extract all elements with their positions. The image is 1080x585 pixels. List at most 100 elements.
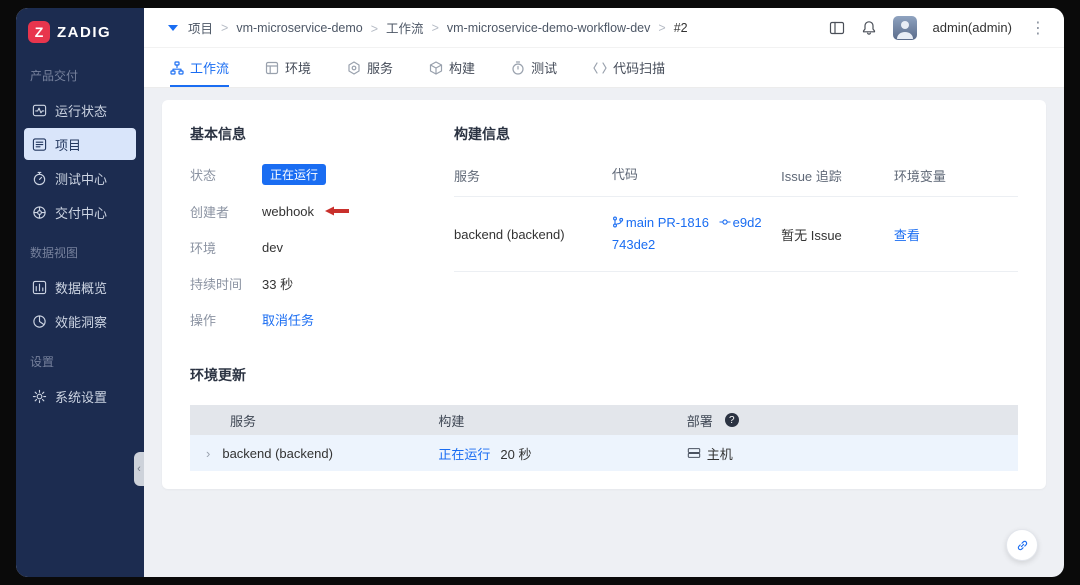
content-area: 基本信息 状态 正在运行 创建者 webhook 环境 dev 持续时间 33 … (144, 88, 1064, 577)
gear-icon (32, 389, 47, 403)
sidebar-item-efficiency-insight[interactable]: 效能洞察 (24, 305, 136, 337)
env-var-cell: 查看 (894, 225, 1018, 244)
env-update-table: 服务 构建 部署 backend (backend) (190, 405, 1018, 471)
branch-link[interactable]: main PR-1816 (612, 215, 709, 230)
sidebar-item-label: 测试中心 (55, 171, 108, 187)
build-header-code: 代码 (611, 167, 638, 182)
build-header-issue: Issue 追踪 (781, 168, 842, 184)
env-update-section: 环境更新 服务 构建 部署 ? › backend (backend) 正在运行… (190, 365, 1018, 471)
panel-toggle-icon[interactable] (829, 20, 845, 36)
build-code-cell: main PR-1816 e9d2743de2 (612, 212, 781, 256)
more-menu-icon[interactable] (1028, 18, 1048, 38)
help-icon[interactable] (724, 413, 739, 427)
sidebar-item-projects[interactable]: 项目 (24, 128, 136, 160)
tab-code-scan[interactable]: 代码扫描 (593, 48, 665, 87)
environment-row: 环境 dev (190, 237, 454, 257)
sidebar-item-test-center[interactable]: 测试中心 (24, 162, 136, 194)
breadcrumb-dropdown-caret[interactable] (168, 24, 178, 31)
host-server-icon (687, 448, 700, 458)
build-table-header: 服务 代码 Issue 追踪 环境变量 (454, 164, 1018, 198)
branch-name: main PR-1816 (625, 215, 710, 231)
env-table-row: backend (backend) 正在运行 20 秒 主机 (190, 435, 1018, 471)
bar-chart-icon (32, 280, 47, 294)
git-commit-icon (719, 219, 731, 225)
breadcrumb-project-name[interactable]: vm-microservice-demo (221, 21, 362, 35)
stopwatch-icon (33, 171, 46, 185)
tab-label: 环境 (285, 61, 312, 76)
creator-row: 创建者 webhook (190, 201, 454, 221)
duration-row: 持续时间 33 秒 (190, 273, 454, 293)
card-top: 基本信息 状态 正在运行 创建者 webhook 环境 dev 持续时间 33 … (190, 124, 1018, 345)
helm-wheel-icon (33, 205, 46, 219)
project-board-icon (32, 137, 47, 151)
sidebar-item-label: 系统设置 (55, 389, 108, 405)
annotation-arrow-icon (325, 206, 350, 216)
breadcrumb: 项目 vm-microservice-demo 工作流 vm-microserv… (188, 18, 688, 37)
tab-label: 服务 (367, 61, 394, 76)
tab-bar: 工作流 环境 服务 构建 测试 代码扫描 (144, 48, 1064, 88)
sidebar-collapse-handle[interactable] (134, 452, 144, 486)
sidebar-item-system-settings[interactable]: 系统设置 (24, 380, 136, 412)
breadcrumb-workflows[interactable]: 工作流 (371, 18, 424, 37)
zadig-logo[interactable]: Z ZADIG (16, 8, 144, 53)
top-bar: 项目 vm-microservice-demo 工作流 vm-microserv… (144, 8, 1064, 48)
sidebar-item-delivery-center[interactable]: 交付中心 (24, 196, 136, 228)
build-table-row: backend (backend) main PR-1816 e9d2743de… (454, 197, 1018, 273)
tab-workflow[interactable]: 工作流 (170, 48, 230, 87)
sidebar: Z ZADIG 产品交付 运行状态 项目 测试中心 交付中心 数据视图 数据概览… (16, 8, 144, 577)
env-header-deploy: 部署 (687, 411, 1018, 430)
env-deploy-cell: 主机 (687, 444, 1018, 463)
tab-label: 代码扫描 (613, 61, 666, 76)
basic-info-section: 基本信息 状态 正在运行 创建者 webhook 环境 dev 持续时间 33 … (190, 124, 454, 345)
env-var-view-link[interactable]: 查看 (894, 228, 920, 243)
topbar-right: admin(admin) (829, 15, 1048, 40)
app-window: Z ZADIG 产品交付 运行状态 项目 测试中心 交付中心 数据视图 数据概览… (16, 8, 1064, 577)
env-update-title: 环境更新 (190, 367, 246, 383)
tab-build[interactable]: 构建 (429, 48, 475, 87)
breadcrumb-workflow-name[interactable]: vm-microservice-demo-workflow-dev (432, 21, 651, 35)
status-row: 状态 正在运行 (190, 164, 454, 185)
share-link-button[interactable] (1006, 529, 1038, 561)
service-icon (348, 60, 360, 75)
pulse-monitor-icon (32, 104, 47, 116)
code-scan-icon (593, 61, 607, 74)
tab-label: 构建 (449, 61, 476, 76)
main-area: 项目 vm-microservice-demo 工作流 vm-microserv… (144, 8, 1064, 577)
link-icon (1017, 540, 1027, 550)
sidebar-item-data-overview[interactable]: 数据概览 (24, 271, 136, 303)
pie-chart-icon (33, 314, 46, 328)
cancel-task-link[interactable]: 取消任务 (262, 310, 314, 329)
build-info-section: 构建信息 服务 代码 Issue 追踪 环境变量 backend (backen… (454, 124, 1018, 345)
tab-environment[interactable]: 环境 (265, 48, 311, 87)
status-badge: 正在运行 (262, 164, 327, 185)
zadig-logo-icon: Z (28, 21, 50, 43)
env-service-cell: backend (backend) (190, 446, 438, 461)
creator-value: webhook (262, 203, 315, 219)
duration-label: 持续时间 (190, 276, 243, 292)
build-icon (429, 60, 443, 75)
user-avatar[interactable] (892, 15, 917, 40)
environment-label: 环境 (190, 240, 217, 256)
action-row: 操作 取消任务 (190, 309, 454, 329)
env-build-cell: 正在运行 20 秒 (438, 444, 686, 463)
creator-label: 创建者 (190, 204, 230, 220)
expand-chevron-icon[interactable] (206, 446, 210, 461)
build-info-title: 构建信息 (454, 126, 510, 142)
notification-bell-icon[interactable] (861, 20, 877, 36)
username[interactable]: admin(admin) (933, 20, 1012, 35)
task-detail-card: 基本信息 状态 正在运行 创建者 webhook 环境 dev 持续时间 33 … (162, 100, 1046, 489)
breadcrumb-projects[interactable]: 项目 (188, 18, 213, 37)
env-table-header: 服务 构建 部署 (190, 405, 1018, 435)
basic-info-title: 基本信息 (190, 126, 246, 142)
sidebar-section-settings: 设置 (30, 355, 55, 369)
duration-value: 33 秒 (262, 276, 294, 292)
env-header-deploy-label: 部署 (686, 413, 713, 429)
issue-tracking-value: 暂无 Issue (781, 227, 842, 243)
sidebar-item-running-status[interactable]: 运行状态 (24, 94, 136, 126)
env-service-name: backend (backend) (222, 445, 333, 461)
tab-service[interactable]: 服务 (347, 48, 393, 87)
breadcrumb-task-number: #2 (658, 21, 688, 35)
environment-icon (265, 61, 279, 74)
build-table: 服务 代码 Issue 追踪 环境变量 backend (backend) ma… (454, 164, 1018, 273)
tab-test[interactable]: 测试 (511, 48, 557, 87)
